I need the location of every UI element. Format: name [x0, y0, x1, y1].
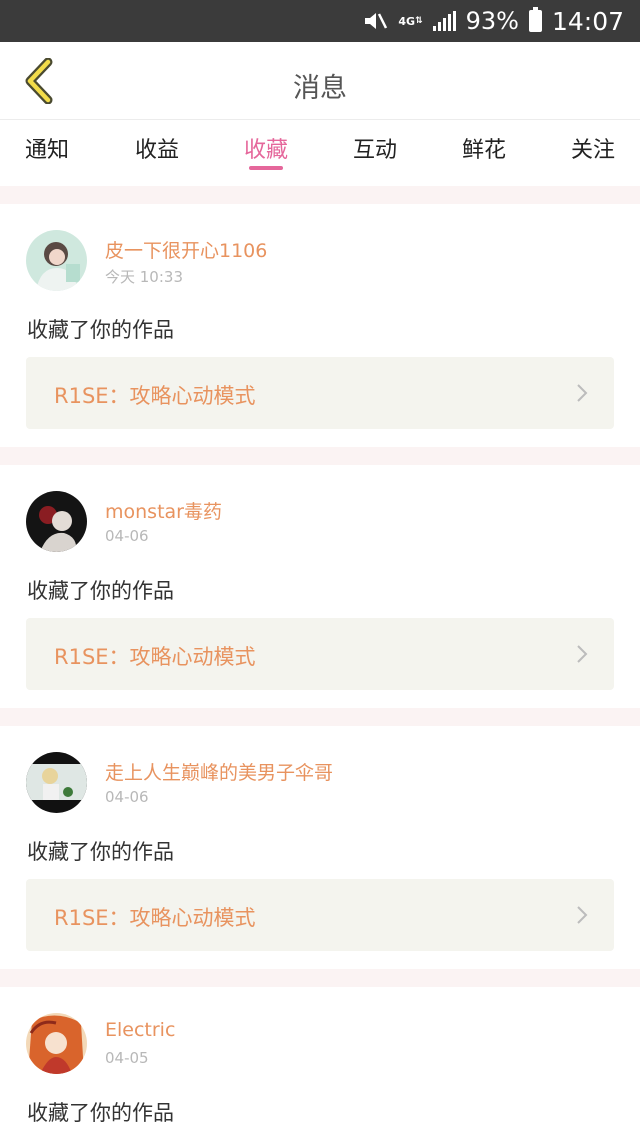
work-title: R1SE：攻略心动模式 [54, 906, 256, 930]
chevron-right-icon [577, 645, 588, 663]
action-text: 收藏了你的作品 [27, 318, 174, 342]
work-link[interactable]: R1SE：攻略心动模式 [26, 357, 614, 429]
message-card: 皮一下很开心1106 今天 10:33 收藏了你的作品 R1SE：攻略心动模式 [0, 204, 640, 447]
message-card: 走上人生巅峰的美男子伞哥 04-06 收藏了你的作品 R1SE：攻略心动模式 [0, 726, 640, 969]
action-text: 收藏了你的作品 [27, 840, 174, 864]
avatar[interactable] [26, 1013, 87, 1074]
tab-bar: 通知 收益 收藏 互动 鲜花 关注 [0, 120, 640, 186]
tab-notifications[interactable]: 通知 [2, 132, 92, 164]
work-title: R1SE：攻略心动模式 [54, 384, 256, 408]
status-bar: 4G ⇅ 93% 14:07 [0, 0, 640, 42]
avatar[interactable] [26, 230, 87, 291]
signal-icon [432, 11, 456, 31]
header: 消息 [0, 42, 640, 120]
message-list: 皮一下很开心1106 今天 10:33 收藏了你的作品 R1SE：攻略心动模式 … [0, 186, 640, 1138]
active-tab-indicator [249, 166, 283, 170]
user-name[interactable]: Electric [105, 1019, 175, 1041]
post-time: 04-06 [105, 788, 149, 806]
action-text: 收藏了你的作品 [27, 579, 174, 603]
tab-earnings[interactable]: 收益 [112, 132, 202, 164]
chevron-right-icon [577, 384, 588, 402]
chevron-right-icon [577, 906, 588, 924]
user-name[interactable]: 皮一下很开心1106 [105, 236, 267, 263]
battery-percent: 93% [465, 7, 519, 35]
work-title: R1SE：攻略心动模式 [54, 645, 256, 669]
network-type-icon: 4G ⇅ [398, 14, 423, 28]
tab-flowers[interactable]: 鲜花 [439, 132, 529, 164]
action-text: 收藏了你的作品 [27, 1101, 174, 1125]
mute-icon [362, 9, 388, 33]
page-title: 消息 [293, 73, 347, 104]
divider [0, 969, 640, 987]
status-time: 14:07 [551, 6, 624, 36]
divider [0, 447, 640, 465]
post-time: 04-06 [105, 527, 149, 545]
message-card: Electric 04-05 收藏了你的作品 [0, 987, 640, 1138]
post-time: 今天 10:33 [105, 268, 183, 286]
avatar[interactable] [26, 491, 87, 552]
work-link[interactable]: R1SE：攻略心动模式 [26, 879, 614, 951]
tab-favorites[interactable]: 收藏 [221, 132, 311, 164]
tab-interactions[interactable]: 互动 [330, 132, 420, 164]
user-name[interactable]: monstar毒药 [105, 497, 222, 524]
avatar[interactable] [26, 752, 87, 813]
post-time: 04-05 [105, 1049, 149, 1067]
work-link[interactable]: R1SE：攻略心动模式 [26, 618, 614, 690]
message-card: monstar毒药 04-06 收藏了你的作品 R1SE：攻略心动模式 [0, 465, 640, 708]
tab-following[interactable]: 关注 [548, 132, 638, 164]
divider [0, 186, 640, 204]
user-name[interactable]: 走上人生巅峰的美男子伞哥 [105, 758, 333, 785]
battery-icon [528, 7, 542, 32]
divider [0, 708, 640, 726]
